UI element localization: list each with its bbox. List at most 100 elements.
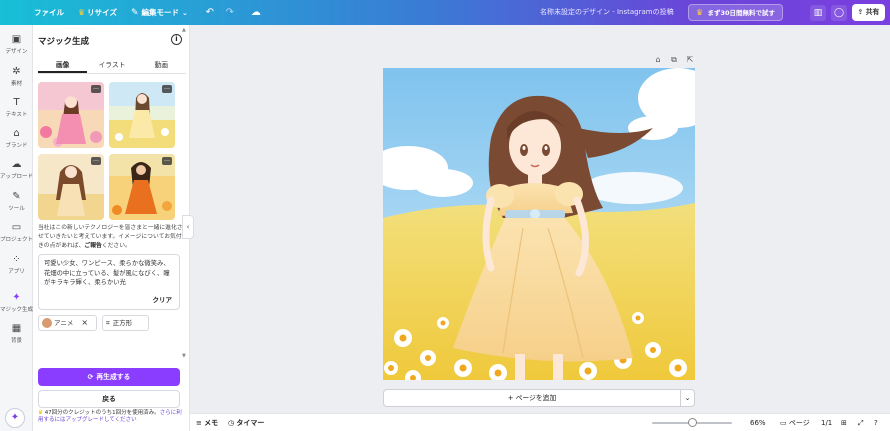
chevron-down-icon[interactable]: ⌄	[680, 389, 695, 407]
text-icon: T	[13, 97, 20, 108]
notes-icon: ≡	[196, 419, 202, 427]
lock-icon[interactable]: ⌂	[653, 55, 663, 64]
background-icon: ▦	[11, 323, 22, 334]
apps-icon: ⁘	[12, 254, 21, 265]
rail-item-label: 素材	[10, 81, 22, 87]
rail-item-projects[interactable]: ▭ プロジェクト	[0, 221, 33, 243]
tab-video[interactable]: 動画	[137, 59, 186, 73]
design-artboard[interactable]	[383, 68, 695, 380]
rail-item-label: ブランド	[5, 143, 28, 149]
rail-item-magic[interactable]: ✦ マジック生成	[0, 291, 33, 313]
result-thumbnail[interactable]: …	[109, 82, 175, 148]
rail-item-background[interactable]: ▦ 背景	[0, 322, 33, 344]
draw-icon: ✎	[12, 191, 21, 202]
timer-button[interactable]: ◷ タイマー	[228, 414, 264, 431]
free-trial-button[interactable]: ♛ まず30日間無料で試す	[688, 4, 783, 21]
clear-button[interactable]: クリア	[153, 296, 173, 306]
notes-button[interactable]: ≡ メモ	[196, 414, 218, 431]
fullscreen-icon[interactable]: ⤢	[858, 414, 864, 431]
rail-item-apps[interactable]: ⁘ アプリ	[0, 253, 33, 275]
close-icon[interactable]: ×	[81, 318, 88, 327]
upload-icon: ☁	[11, 159, 22, 170]
back-button[interactable]: 戻る	[38, 390, 180, 408]
pages-label: ページ	[788, 419, 810, 427]
add-page-button[interactable]: + ページを追加	[383, 389, 681, 407]
rail-item-label: アプリ	[8, 269, 25, 275]
pages-button[interactable]: ▭ ページ	[780, 414, 810, 431]
crown-icon: ♛	[696, 8, 704, 17]
share-button[interactable]: ⇪ 共有	[852, 4, 885, 21]
magic-assistant-icon[interactable]: ✦	[5, 408, 25, 428]
refresh-icon: ⟳	[87, 373, 94, 381]
notice-tail: ください。	[101, 243, 131, 249]
more-icon[interactable]: …	[162, 157, 172, 165]
rail-item-design[interactable]: ▣ デザイン	[0, 33, 33, 55]
panel-tabs: 画像 イラスト 動画	[38, 59, 186, 74]
regenerate-label: 再生成する	[96, 373, 131, 381]
tab-illustration[interactable]: イラスト	[87, 59, 136, 73]
rail-item-label: デザイン	[5, 49, 28, 55]
aspect-ratio-chip[interactable]: ⌗ 正方形	[102, 315, 149, 331]
rail-item-brand[interactable]: ⌂ ブランド	[0, 127, 33, 149]
style-chip-label: アニメ	[54, 319, 74, 327]
collapse-panel-button[interactable]: ‹	[182, 215, 194, 239]
result-thumbnail[interactable]: …	[38, 82, 104, 148]
rail-item-draw[interactable]: ✎ ツール	[0, 190, 33, 212]
help-icon[interactable]: ?	[874, 414, 878, 431]
crown-icon: ♛	[78, 8, 86, 17]
bottom-bar: ≡ メモ ◷ タイマー 66% ▭ ページ 1/1 ⊞ ⤢ ?	[190, 413, 890, 431]
undo-icon[interactable]: ↶	[202, 5, 218, 21]
rail-item-text[interactable]: T テキスト	[0, 96, 33, 118]
ratio-chip-label: 正方形	[112, 319, 133, 327]
rail-item-label: アップロード	[0, 174, 34, 180]
cloud-save-icon[interactable]: ☁	[248, 5, 264, 21]
result-thumbnail[interactable]: …	[109, 154, 175, 220]
credit-note: ♛ 47回分のクレジットのうち1回分を使用済み。さらに利用するにはアップグレード…	[38, 410, 186, 424]
pencil-icon: ✎	[130, 7, 139, 18]
page-count: 1/1	[821, 419, 833, 427]
grid-view-icon[interactable]: ⊞	[841, 414, 847, 431]
panel-title: マジック生成	[38, 37, 90, 47]
folder-icon: ▭	[11, 222, 22, 233]
notes-label: メモ	[204, 419, 219, 427]
rail-item-elements[interactable]: ✲ 素材	[0, 65, 33, 87]
more-icon[interactable]: …	[91, 85, 101, 93]
style-chip[interactable]: アニメ ×	[38, 315, 97, 331]
rail-item-label: マジック生成	[0, 307, 34, 313]
credit-text: 47回分のクレジットのうち1回分を使用済み。	[44, 410, 160, 416]
pages-icon: ▭	[780, 419, 787, 427]
document-title[interactable]: 名称未設定のデザイン - Instagramの投稿	[540, 0, 674, 25]
scroll-down-arrow[interactable]: ▼	[182, 353, 186, 359]
file-menu[interactable]: ファイル	[34, 7, 64, 18]
generated-anime-image	[383, 68, 695, 380]
add-page-icon[interactable]: ⇱	[685, 55, 695, 64]
comment-icon[interactable]: ◯	[831, 5, 847, 21]
edit-mode-label: 編集モード	[141, 8, 180, 17]
resize-label: リサイズ	[87, 8, 117, 17]
timer-icon: ◷	[228, 419, 235, 427]
edit-mode-dropdown[interactable]: ✎ 編集モード ⌄	[131, 7, 188, 18]
result-thumbnail[interactable]: …	[38, 154, 104, 220]
rail-item-label: ツール	[8, 206, 25, 212]
duplicate-icon[interactable]: ⧉	[669, 55, 679, 65]
redo-icon[interactable]: ↷	[222, 5, 238, 21]
zoom-value[interactable]: 66%	[750, 414, 766, 431]
zoom-slider-handle[interactable]	[688, 418, 697, 427]
chevron-down-icon: ⌄	[182, 8, 188, 17]
rail-item-label: テキスト	[5, 112, 28, 118]
more-icon[interactable]: …	[162, 85, 172, 93]
regenerate-button[interactable]: ⟳ 再生成する	[38, 368, 180, 386]
timer-label: タイマー	[236, 419, 265, 427]
resize-button[interactable]: ♛ リサイズ	[78, 7, 117, 18]
left-rail: ▣ デザイン ✲ 素材 T テキスト ⌂ ブランド ☁ アップロード ✎ ツール…	[0, 25, 33, 431]
rail-item-upload[interactable]: ☁ アップロード	[0, 158, 33, 180]
scroll-up-arrow[interactable]: ▲	[182, 27, 186, 33]
analytics-icon[interactable]: ▥	[810, 5, 826, 21]
more-icon[interactable]: …	[91, 157, 101, 165]
rail-item-label: プロジェクト	[0, 237, 34, 243]
report-link[interactable]: ご報告	[84, 243, 101, 249]
prompt-input[interactable]: 可愛い少女、ワンピース、柔らかな微笑み、花畑の中に立っている、髪が風になびく、瞳…	[38, 254, 180, 310]
info-icon[interactable]: i	[171, 34, 182, 45]
trial-label: まず30日間無料で試す	[707, 9, 775, 17]
tab-image[interactable]: 画像	[38, 59, 88, 73]
